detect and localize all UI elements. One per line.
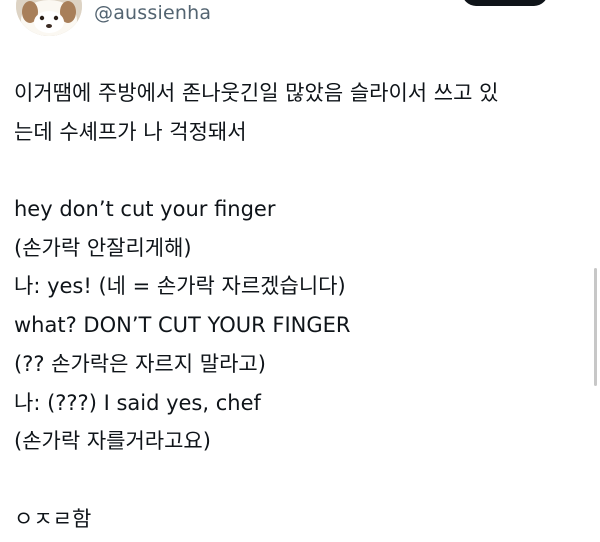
tweet-line: ㅇㅈㄹ함: [14, 506, 92, 531]
tweet-line: what? DON’T CUT YOUR FINGER: [14, 313, 351, 338]
tweet-line: hey don’t cut your finger: [14, 197, 276, 222]
scrollbar-thumb[interactable]: [594, 268, 597, 386]
tweet-text: 이거땜에 주방에서 존나웃긴일 많았음 슬라이서 쓰고 있 는데 수셰프가 나 …: [14, 74, 589, 538]
tweet-line: 나: (???) I said yes, chef: [14, 390, 261, 415]
follow-button[interactable]: [462, 0, 548, 6]
tweet-line: (손가락 자를거라고요): [14, 429, 211, 454]
tweet-line: (?? 손가락은 자르지 말라고): [14, 351, 266, 376]
user-handle[interactable]: @aussienha: [94, 2, 211, 24]
tweet-line: 이거땜에 주방에서 존나웃긴일 많았음 슬라이서 쓰고 있: [14, 81, 499, 105]
avatar[interactable]: [16, 0, 82, 36]
tweet-line: 는데 수셰프가 나 걱정돼서: [14, 119, 247, 144]
tweet-line: (손가락 안잘리게해): [14, 235, 192, 260]
tweet-line: 나: yes! (네 = 손가락 자르겠습니다): [14, 274, 346, 299]
